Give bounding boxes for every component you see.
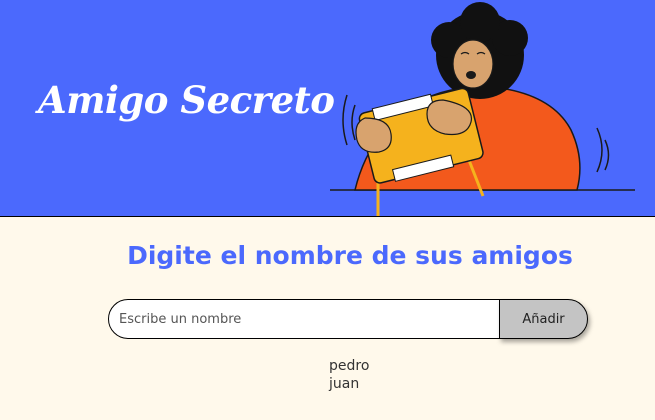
person-holding-gift-illustration	[330, 2, 635, 216]
name-input[interactable]	[108, 299, 500, 339]
add-button[interactable]: Añadir	[499, 299, 588, 339]
name-input-group: Añadir	[108, 299, 588, 341]
list-item: juan	[329, 376, 360, 392]
friend-list: pedro juan	[329, 357, 369, 393]
section-title: Digite el nombre de sus amigos	[127, 241, 573, 270]
header-banner: Amigo Secreto	[0, 0, 655, 217]
main-section: Digite el nombre de sus amigos Añadir pe…	[0, 217, 655, 420]
app-title: Amigo Secreto	[38, 78, 335, 122]
list-item: pedro	[329, 358, 370, 374]
